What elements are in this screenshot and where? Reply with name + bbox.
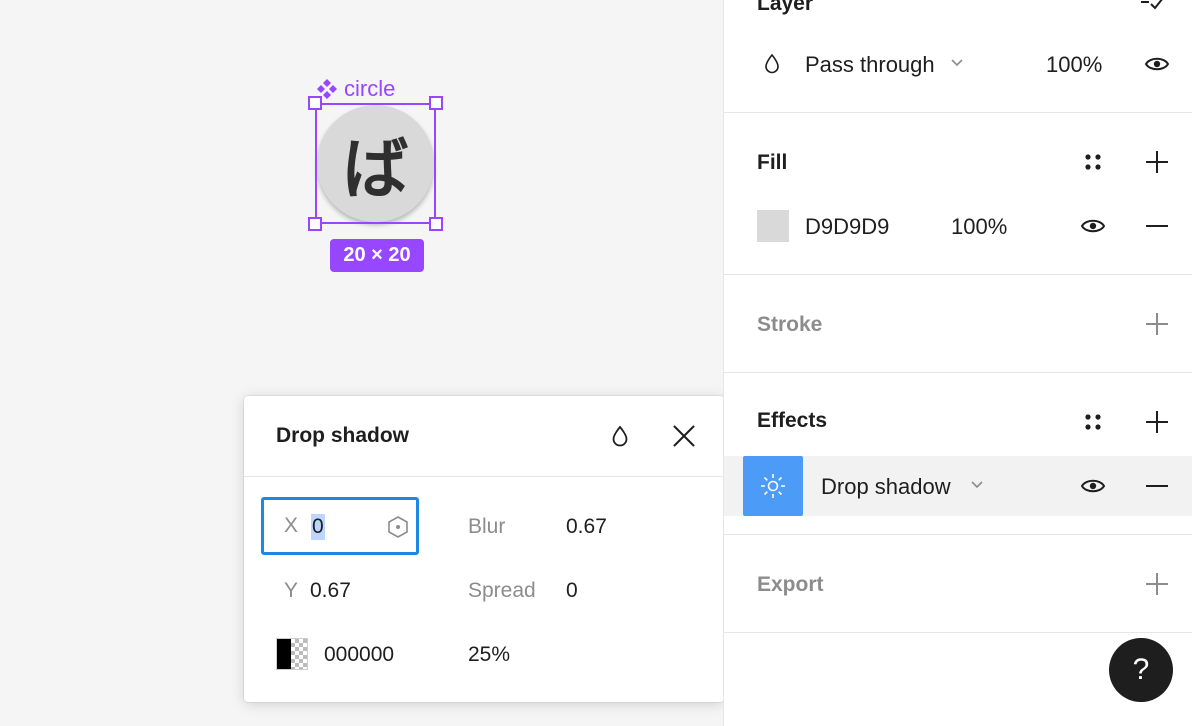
resize-handle-bottom-left[interactable] <box>308 217 322 231</box>
export-section-title: Export <box>757 573 824 596</box>
fill-section-title: Fill <box>757 151 788 174</box>
component-name: circle <box>344 76 396 101</box>
popover-title: Drop shadow <box>276 424 410 447</box>
blend-mode-drop-icon <box>765 53 779 74</box>
eye-icon[interactable] <box>1080 473 1106 499</box>
resize-handle-top-left[interactable] <box>308 96 322 110</box>
close-icon[interactable] <box>670 422 698 450</box>
fill-opacity-input[interactable]: 100% <box>951 214 1007 240</box>
y-offset-input[interactable]: 0.67 <box>310 579 351 603</box>
chevron-down-icon <box>951 59 963 67</box>
layer-style-icon[interactable] <box>1139 0 1165 18</box>
layer-opacity-input[interactable]: 100% <box>1046 52 1102 78</box>
blend-drop-icon[interactable] <box>608 424 632 448</box>
styles-grid-icon[interactable] <box>1080 409 1106 435</box>
effect-type-dropdown[interactable]: Drop shadow <box>821 472 1001 500</box>
effect-row-drop-shadow: Drop shadow <box>724 456 1192 516</box>
export-section: Export <box>724 535 1192 633</box>
chevron-down-icon <box>971 481 983 489</box>
swatch-solid <box>277 639 291 669</box>
x-offset-field[interactable]: X 0 <box>261 497 419 555</box>
eye-icon[interactable] <box>1080 213 1106 239</box>
shadow-opacity-input[interactable]: 25% <box>468 643 510 667</box>
spread-label: Spread <box>468 579 536 602</box>
selection-box <box>315 103 436 224</box>
effects-section-title: Effects <box>757 409 828 432</box>
fill-hex-input[interactable]: D9D9D9 <box>805 214 889 240</box>
shadow-color-swatch[interactable] <box>276 638 308 670</box>
add-fill-icon[interactable] <box>1144 149 1170 175</box>
size-badge: 20 × 20 <box>330 239 424 272</box>
stroke-section: Stroke <box>724 275 1192 373</box>
styles-grid-icon[interactable] <box>1080 149 1106 175</box>
resize-handle-bottom-right[interactable] <box>429 217 443 231</box>
effect-settings-button[interactable] <box>743 456 803 516</box>
blend-mode-value: Pass through <box>805 52 935 77</box>
resize-handle-top-right[interactable] <box>429 96 443 110</box>
layer-section: Layer Pass through 100% <box>724 0 1192 113</box>
layer-section-title: Layer <box>757 0 814 15</box>
swatch-transparency <box>291 639 307 669</box>
drop-shadow-popover: Drop shadow X 0 Blur 0.67 Y 0.67 Spread … <box>244 396 724 702</box>
x-offset-input[interactable]: 0 <box>311 514 325 540</box>
spread-input[interactable]: 0 <box>566 579 578 603</box>
fill-section: Fill <box>724 113 1192 275</box>
x-label: X <box>284 514 299 537</box>
eye-icon[interactable] <box>1144 51 1170 77</box>
shadow-color-hex-input[interactable]: 000000 <box>324 643 394 667</box>
stroke-section-title: Stroke <box>757 313 823 336</box>
add-effect-icon[interactable] <box>1144 409 1170 435</box>
sun-icon <box>761 474 785 498</box>
remove-effect-icon[interactable] <box>1144 473 1170 499</box>
add-export-icon[interactable] <box>1144 571 1170 597</box>
component-label[interactable]: circle <box>316 76 395 102</box>
blur-label: Blur <box>468 515 506 538</box>
help-button[interactable]: ? <box>1109 638 1173 702</box>
add-stroke-icon[interactable] <box>1144 311 1170 337</box>
popover-header: Drop shadow <box>244 396 724 477</box>
fill-color-swatch[interactable] <box>757 210 789 242</box>
blur-input[interactable]: 0.67 <box>566 515 607 539</box>
properties-panel: Layer Pass through 100% Fill D9D9D9 100%… <box>723 0 1192 726</box>
variable-hexagon-icon[interactable] <box>386 515 410 539</box>
y-label: Y <box>284 579 299 602</box>
remove-fill-icon[interactable] <box>1144 213 1170 239</box>
blend-mode-dropdown[interactable]: Pass through <box>805 50 985 78</box>
effect-type-value: Drop shadow <box>821 474 951 499</box>
